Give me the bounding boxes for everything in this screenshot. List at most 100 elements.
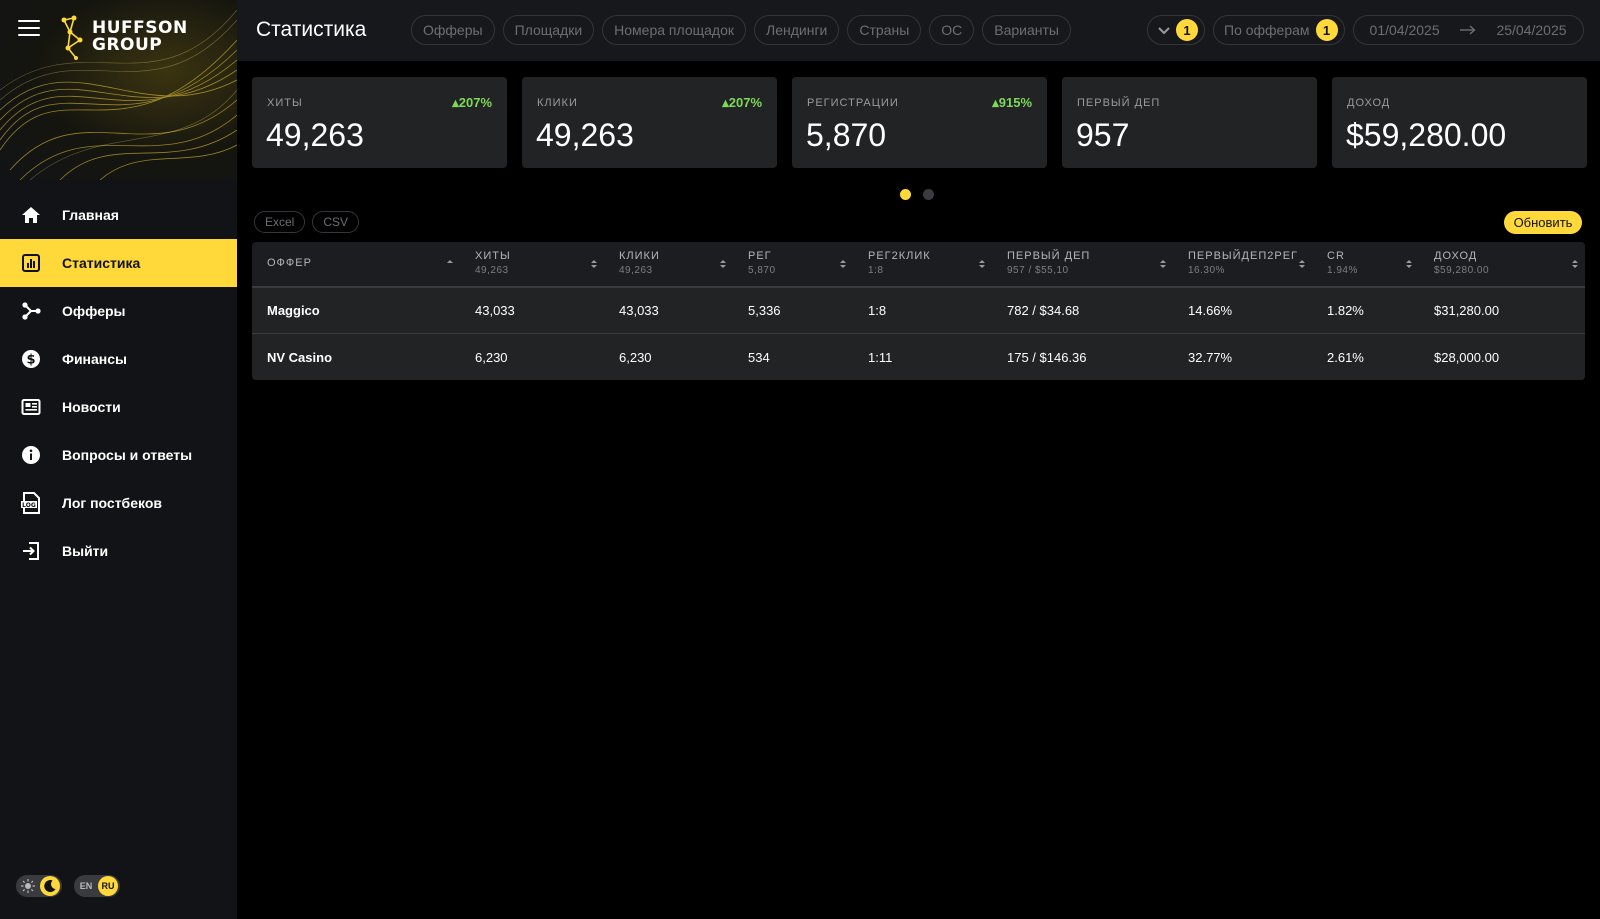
cell-offer: NV Casino [267, 349, 333, 365]
sort-icon [1572, 260, 1578, 268]
column-header-hits[interactable]: Хиты 49,263 [460, 242, 604, 287]
date-from: 01/04/2025 [1369, 22, 1440, 38]
kpi-label: Первый деп [1077, 97, 1161, 109]
columns-dropdown[interactable]: 1 [1147, 15, 1205, 45]
sort-icon [591, 260, 597, 268]
column-header-first-deposit[interactable]: Первый деп 957 / $55,10 [992, 242, 1173, 287]
kpi-value: 49,263 [266, 117, 364, 153]
kpi-card-first-deposit: Первый деп 957 [1062, 77, 1317, 168]
column-header-revenue[interactable]: Доход $59,280.00 [1419, 242, 1585, 287]
sidebar-item-statistics[interactable]: Статистика [0, 239, 237, 287]
filter-sites[interactable]: Площадки [502, 15, 595, 45]
sort-icon [1160, 260, 1166, 268]
column-header-ftd2reg[interactable]: ПервыйДеп2Рег 16.30% [1173, 242, 1312, 287]
cell-reg: 5,336 [748, 303, 781, 318]
brand-name: HUFFSON GROUP [92, 20, 188, 54]
kpi-delta: ▴207% [452, 95, 492, 111]
sidebar-item-label: Лог постбеков [62, 495, 162, 511]
column-total: 5,870 [748, 265, 776, 276]
column-header-clicks[interactable]: Клики 49,263 [604, 242, 733, 287]
brand-banner: HUFFSON GROUP [0, 0, 237, 180]
sidebar-item-label: Главная [62, 207, 119, 223]
moon-icon[interactable] [40, 876, 60, 896]
sidebar-item-offers[interactable]: Офферы [0, 287, 237, 335]
column-header-offer[interactable]: Оффер [252, 242, 460, 287]
cell-first-deposit: 782 / $34.68 [1007, 303, 1080, 318]
table-row[interactable]: NV Casino 6,230 6,230 534 1:11 175 / $14… [252, 334, 1585, 380]
info-icon [20, 444, 42, 466]
filter-offers[interactable]: Офферы [411, 15, 495, 45]
date-range-picker[interactable]: 01/04/2025 25/04/2025 [1352, 15, 1584, 45]
column-name: Рег [748, 250, 772, 262]
header-controls: 1 По офферам 1 01/04/2025 25/04/2025 [1147, 15, 1584, 45]
column-total: 957 / $55,10 [1007, 265, 1069, 276]
lang-en-option[interactable]: EN [76, 876, 96, 896]
cell-hits: 6,230 [475, 349, 508, 365]
sidebar-item-label: Финансы [62, 351, 127, 367]
refresh-button[interactable]: Обновить [1504, 211, 1582, 234]
column-header-reg[interactable]: Рег 5,870 [733, 242, 853, 287]
kpi-value: 49,263 [536, 117, 634, 153]
newspaper-icon [20, 396, 42, 418]
column-header-cr[interactable]: CR 1.94% [1312, 242, 1419, 287]
sort-icon [1406, 260, 1412, 268]
filter-landings[interactable]: Лендинги [754, 15, 840, 45]
cell-clicks: 6,230 [619, 349, 652, 365]
chevron-down-icon [1158, 22, 1170, 38]
column-total: 1:8 [868, 265, 884, 276]
theme-toggle[interactable] [16, 875, 62, 897]
column-name: Доход [1434, 250, 1478, 262]
sidebar-nav: Главная Статистика Офферы $ Финансы Ново… [0, 191, 237, 575]
sun-icon[interactable] [18, 876, 38, 896]
carousel-dot-2[interactable] [923, 189, 934, 200]
filter-site-numbers[interactable]: Номера площадок [602, 15, 747, 45]
filter-chips: Офферы Площадки Номера площадок Лендинги… [411, 15, 1071, 45]
lang-ru-option[interactable]: RU [98, 876, 118, 896]
sidebar-item-label: Новости [62, 399, 121, 415]
column-total: 49,263 [619, 265, 653, 276]
log-file-icon: LOG [20, 492, 42, 514]
brand-logo[interactable]: HUFFSON GROUP [60, 14, 188, 60]
sidebar-item-home[interactable]: Главная [0, 191, 237, 239]
columns-count-badge: 1 [1176, 19, 1198, 41]
language-toggle[interactable]: EN RU [74, 875, 120, 897]
group-by-label: По офферам [1224, 22, 1310, 38]
kpi-card-revenue: Доход $59,280.00 [1332, 77, 1587, 168]
cell-reg2click: 1:11 [868, 349, 893, 365]
sort-icon [720, 260, 726, 268]
menu-toggle-button[interactable] [18, 20, 40, 38]
kpi-delta: ▴207% [722, 95, 762, 111]
column-name: Рег2клик [868, 250, 931, 262]
sidebar-item-faq[interactable]: Вопросы и ответы [0, 431, 237, 479]
share-icon [20, 300, 42, 322]
sidebar-item-label: Статистика [62, 255, 141, 271]
page-title: Статистика [256, 18, 367, 41]
sidebar-item-logout[interactable]: Выйти [0, 527, 237, 575]
filter-countries[interactable]: Страны [847, 15, 922, 45]
table-row[interactable]: Maggico 43,033 43,033 5,336 1:8 782 / $3… [252, 288, 1585, 334]
filter-variants[interactable]: Варианты [982, 15, 1071, 45]
column-name: Клики [619, 250, 660, 262]
kpi-label: Доход [1347, 97, 1391, 109]
column-name: Первый деп [1007, 250, 1091, 262]
group-by-dropdown[interactable]: По офферам 1 [1213, 15, 1345, 45]
filter-os[interactable]: ОС [929, 15, 975, 45]
sidebar-item-news[interactable]: Новости [0, 383, 237, 431]
kpi-delta-value: 207% [728, 95, 762, 110]
column-name: Хиты [475, 250, 511, 262]
cell-ftd2reg: 32.77% [1188, 349, 1233, 365]
cell-clicks: 43,033 [619, 303, 659, 318]
sort-icon [1299, 260, 1305, 268]
kpi-label: Хиты [267, 97, 303, 109]
kpi-card-hits: Хиты ▴207% 49,263 [252, 77, 507, 168]
column-header-reg2click[interactable]: Рег2клик 1:8 [853, 242, 992, 287]
brand-line-2: GROUP [92, 35, 163, 55]
sidebar-footer: EN RU [16, 875, 120, 897]
app-root: HUFFSON GROUP Главная Статистика Офферы … [0, 0, 1600, 919]
export-excel-button[interactable]: Excel [254, 211, 306, 233]
export-csv-button[interactable]: CSV [312, 211, 360, 233]
sidebar-item-postback-log[interactable]: LOG Лог постбеков [0, 479, 237, 527]
sidebar-item-finance[interactable]: $ Финансы [0, 335, 237, 383]
carousel-dot-1[interactable] [900, 189, 911, 200]
arrow-right-icon [1460, 22, 1476, 38]
